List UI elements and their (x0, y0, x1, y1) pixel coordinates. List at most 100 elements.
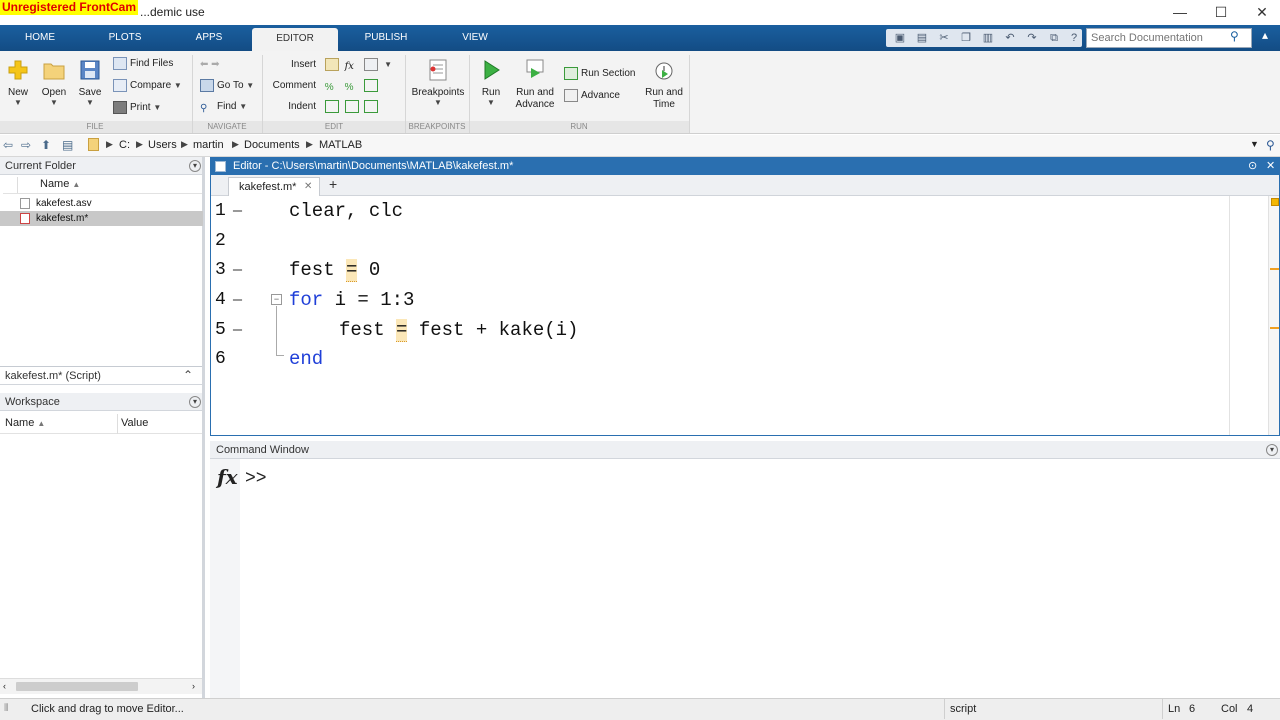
warning-marker[interactable] (1270, 268, 1279, 270)
collapse-icon[interactable]: ⌃ (183, 368, 193, 382)
warning-indicator[interactable] (1271, 198, 1279, 206)
uncomment-icon[interactable]: % (345, 79, 359, 93)
code-token: i = 1:3 (323, 289, 415, 311)
code-area[interactable]: 1 — clear, clc 2 3 — fest = 0 4 — − for … (211, 196, 1228, 435)
current-folder-header[interactable]: Current Folder (0, 157, 202, 175)
back-forward-buttons[interactable]: ⬅ ➡ (200, 56, 254, 74)
browse-folder-icon[interactable]: ▤ (62, 138, 73, 152)
divider (17, 177, 18, 193)
find-button[interactable]: ⚲ Find ▼ (200, 98, 254, 116)
breadcrumb-documents[interactable]: Documents (244, 139, 300, 151)
panel-menu-icon[interactable]: ▾ (189, 396, 201, 408)
tab-plots[interactable]: PLOTS (92, 25, 158, 51)
minimize-button[interactable]: — (1168, 3, 1192, 21)
editor-tab-kakefest[interactable]: kakefest.m* ✕ (228, 177, 320, 196)
layout-icon[interactable]: ▣ (892, 30, 908, 46)
open-button[interactable]: Open ▼ (40, 58, 68, 107)
wrap-comments-icon[interactable] (364, 78, 379, 92)
insert-function-icon[interactable] (364, 57, 379, 71)
breakpoints-button[interactable]: Breakpoints ▼ (410, 58, 466, 107)
file-item-m[interactable]: kakefest.m* (0, 211, 203, 226)
breakpoint-marker[interactable]: — (233, 262, 242, 279)
workspace-header[interactable]: Workspace (0, 393, 202, 411)
breakpoint-marker[interactable]: — (233, 203, 242, 220)
search-icon[interactable]: ⚲ (1266, 138, 1275, 152)
comment-icon[interactable]: % (325, 79, 339, 93)
collapse-ribbon-icon[interactable]: ▴ (1262, 28, 1268, 42)
fx-icon[interactable]: fx (345, 58, 359, 72)
run-button[interactable]: Run ▼ (474, 58, 508, 107)
find-files-button[interactable]: Find Files (113, 55, 182, 73)
print-button[interactable]: Print ▼ (113, 99, 182, 117)
editor-icon (215, 161, 226, 172)
save-icon[interactable]: ▤ (914, 30, 930, 46)
horizontal-scrollbar[interactable]: ‹ › (0, 678, 202, 694)
cut-icon[interactable]: ✂ (936, 30, 952, 46)
chevron-down-icon[interactable]: ▼ (1250, 139, 1259, 149)
divider (262, 55, 263, 133)
tab-editor[interactable]: EDITOR (252, 28, 338, 51)
breadcrumb-drive[interactable]: C: (119, 139, 130, 151)
editor-title-bar[interactable]: Editor - C:\Users\martin\Documents\MATLA… (211, 158, 1279, 175)
new-tab-icon[interactable]: + (329, 176, 337, 192)
panel-menu-icon[interactable]: ▾ (1266, 444, 1278, 456)
warning-marker[interactable] (1270, 327, 1279, 329)
redo-icon[interactable]: ↷ (1024, 30, 1040, 46)
help-icon[interactable]: ? (1066, 30, 1082, 46)
chevron-down-icon: ▼ (173, 81, 182, 90)
forward-icon[interactable]: ⇨ (21, 138, 31, 152)
tab-view[interactable]: VIEW (438, 25, 512, 51)
up-folder-icon[interactable]: ⬆ (41, 138, 51, 152)
code-fold-icon[interactable]: − (271, 294, 282, 305)
decrease-indent-icon[interactable] (364, 99, 379, 113)
workspace-col-value[interactable]: Value (121, 417, 148, 429)
search-icon[interactable]: ⚲ (1230, 29, 1239, 43)
line-label: Ln (1168, 703, 1181, 715)
tab-home[interactable]: HOME (8, 25, 72, 51)
increase-indent-icon[interactable] (344, 99, 359, 113)
details-header[interactable]: kakefest.m* (Script) (0, 367, 202, 385)
tab-publish[interactable]: PUBLISH (350, 25, 422, 51)
switch-windows-icon[interactable]: ⧉ (1046, 30, 1062, 46)
command-window-header[interactable]: Command Window ▾ (210, 441, 1280, 459)
close-tab-icon[interactable]: ✕ (304, 178, 312, 196)
paste-icon[interactable]: ▥ (980, 30, 996, 46)
function-browser-icon[interactable]: fx (217, 465, 238, 489)
search-documentation-input[interactable] (1086, 28, 1252, 48)
scroll-left-icon[interactable]: ‹ (3, 681, 6, 691)
smart-indent-icon[interactable] (324, 99, 339, 113)
copy-icon[interactable]: ❐ (958, 30, 974, 46)
maximize-button[interactable]: ☐ (1209, 3, 1233, 21)
run-section-button[interactable]: Run Section (564, 65, 635, 83)
tab-apps[interactable]: APPS (176, 25, 242, 51)
breadcrumb-martin[interactable]: martin (193, 139, 224, 151)
scroll-right-icon[interactable]: › (192, 681, 195, 691)
save-button[interactable]: Save ▼ (76, 58, 104, 107)
breadcrumb-users[interactable]: Users (148, 139, 177, 151)
advance-button[interactable]: Advance (564, 87, 635, 105)
go-to-button[interactable]: Go To ▼ (200, 77, 254, 95)
compare-button[interactable]: Compare ▼ (113, 77, 182, 95)
message-bar[interactable] (1268, 196, 1279, 435)
insert-icon[interactable] (324, 57, 339, 71)
undo-icon[interactable]: ↶ (1002, 30, 1018, 46)
close-button[interactable]: ✕ (1250, 3, 1274, 21)
open-label: Open (41, 87, 67, 98)
breakpoint-marker[interactable]: — (233, 322, 242, 339)
run-and-advance-button[interactable]: Run and Advance (512, 58, 558, 111)
command-window[interactable]: Command Window ▾ fx >> (210, 441, 1280, 698)
close-editor-icon[interactable]: ✕ (1266, 158, 1275, 175)
file-item-asv[interactable]: kakefest.asv (18, 196, 203, 211)
run-and-time-button[interactable]: Run and Time (640, 58, 688, 111)
chevron-down-icon[interactable]: ▼ (384, 60, 392, 69)
breakpoint-marker[interactable]: — (233, 292, 242, 309)
panel-menu-icon[interactable]: ▾ (189, 160, 201, 172)
workspace-col-name[interactable]: Name ▲ (5, 417, 45, 429)
new-button[interactable]: New ▼ (4, 58, 32, 107)
grip-icon: ⦀ (4, 703, 9, 714)
scrollbar-thumb[interactable] (16, 682, 138, 691)
editor-menu-icon[interactable]: ⊙ (1248, 158, 1257, 175)
breadcrumb-matlab[interactable]: MATLAB (319, 139, 362, 151)
column-name[interactable]: Name ▲ (40, 178, 80, 190)
back-icon[interactable]: ⇦ (3, 138, 13, 152)
